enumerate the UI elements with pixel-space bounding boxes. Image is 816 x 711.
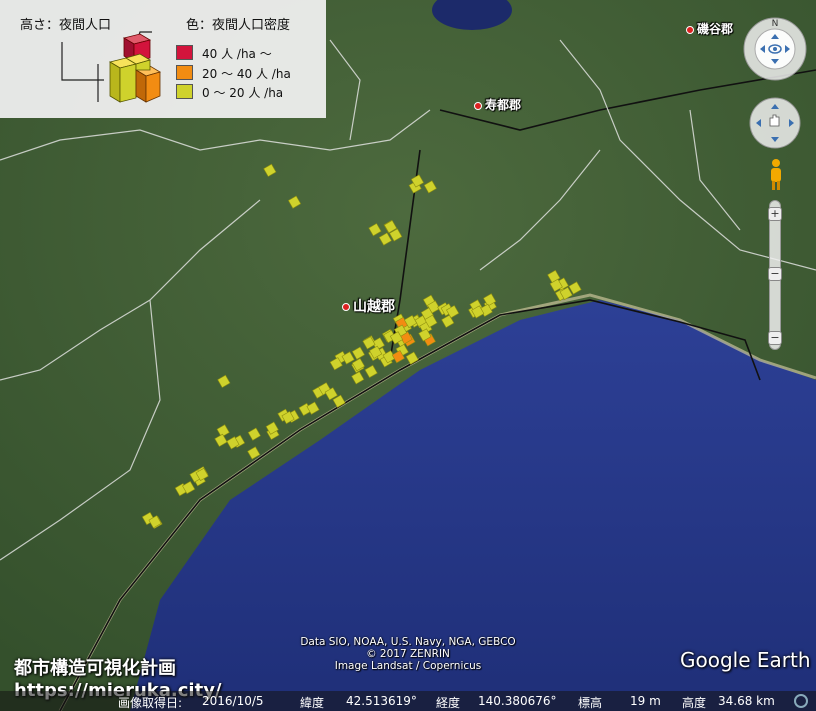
status-lon: 140.380676°: [478, 694, 557, 708]
zoom-in-button[interactable]: +: [768, 207, 782, 221]
status-lat: 42.513619°: [346, 694, 417, 708]
look-joystick[interactable]: N: [742, 16, 808, 82]
place-label: 山越郡: [353, 299, 395, 315]
attribution-line-3: Image Landsat / Copernicus: [334, 660, 482, 672]
status-elev-label: 標高: [578, 696, 603, 710]
attribution-line-1: Data SIO, NOAA, U.S. Navy, NGA, GEBCO: [300, 636, 516, 648]
place-label: 寿都郡: [485, 98, 522, 112]
zoom-out-button[interactable]: −: [768, 331, 782, 345]
svg-text:N: N: [772, 19, 779, 29]
place-isoya[interactable]: 磯谷郡: [686, 20, 733, 37]
status-lon-label: 経度: [436, 696, 461, 710]
place-suttsu[interactable]: 寿都郡: [474, 96, 521, 113]
street-view-pegman-icon[interactable]: [768, 158, 784, 192]
status-date: 2016/10/5: [202, 694, 264, 708]
site-name: 都市構造可視化計画: [14, 658, 176, 679]
status-alt: 34.68 km: [718, 694, 775, 708]
legend-color-title: 色：夜間人口密度: [186, 18, 291, 33]
legend-label-low: 0 ～ 20 人 /ha: [202, 86, 284, 100]
place-pin-icon: [474, 101, 482, 110]
status-indicator-icon: [794, 694, 808, 708]
google-earth-logo: Google Earth: [680, 648, 811, 672]
place-pin-icon: [686, 25, 694, 34]
zoom-thumb[interactable]: −: [768, 267, 782, 281]
legend-label-high: 40 人 /ha ～: [202, 47, 272, 61]
status-lat-label: 緯度: [300, 696, 325, 710]
legend-swatch-mid: [176, 65, 193, 80]
place-label: 磯谷郡: [697, 22, 734, 36]
move-joystick[interactable]: [748, 96, 802, 150]
attribution-line-2: © 2017 ZENRIN: [366, 648, 450, 660]
place-pin-icon: [342, 303, 350, 311]
attribution: Data SIO, NOAA, U.S. Navy, NGA, GEBCO © …: [270, 636, 546, 672]
legend-swatch-high: [176, 45, 193, 60]
place-yamakoshi[interactable]: 山越郡: [342, 296, 395, 316]
status-bar: 画像取得日: 2016/10/5 緯度 42.513619° 経度 140.38…: [0, 691, 816, 711]
legend-building-icon: [61, 31, 161, 103]
legend-swatch-low: [176, 84, 193, 99]
map-view[interactable]: 高さ：夜間人口 色：夜間人口密度 40 人 /ha ～ 20 ～ 40 人 /h…: [0, 0, 816, 711]
status-date-label: 画像取得日:: [118, 696, 183, 710]
status-alt-label: 高度: [682, 696, 707, 710]
legend-label-mid: 20 ～ 40 人 /ha: [202, 67, 291, 81]
legend: 高さ：夜間人口 色：夜間人口密度 40 人 /ha ～ 20 ～ 40 人 /h…: [0, 0, 326, 118]
status-elev: 19 m: [630, 694, 661, 708]
